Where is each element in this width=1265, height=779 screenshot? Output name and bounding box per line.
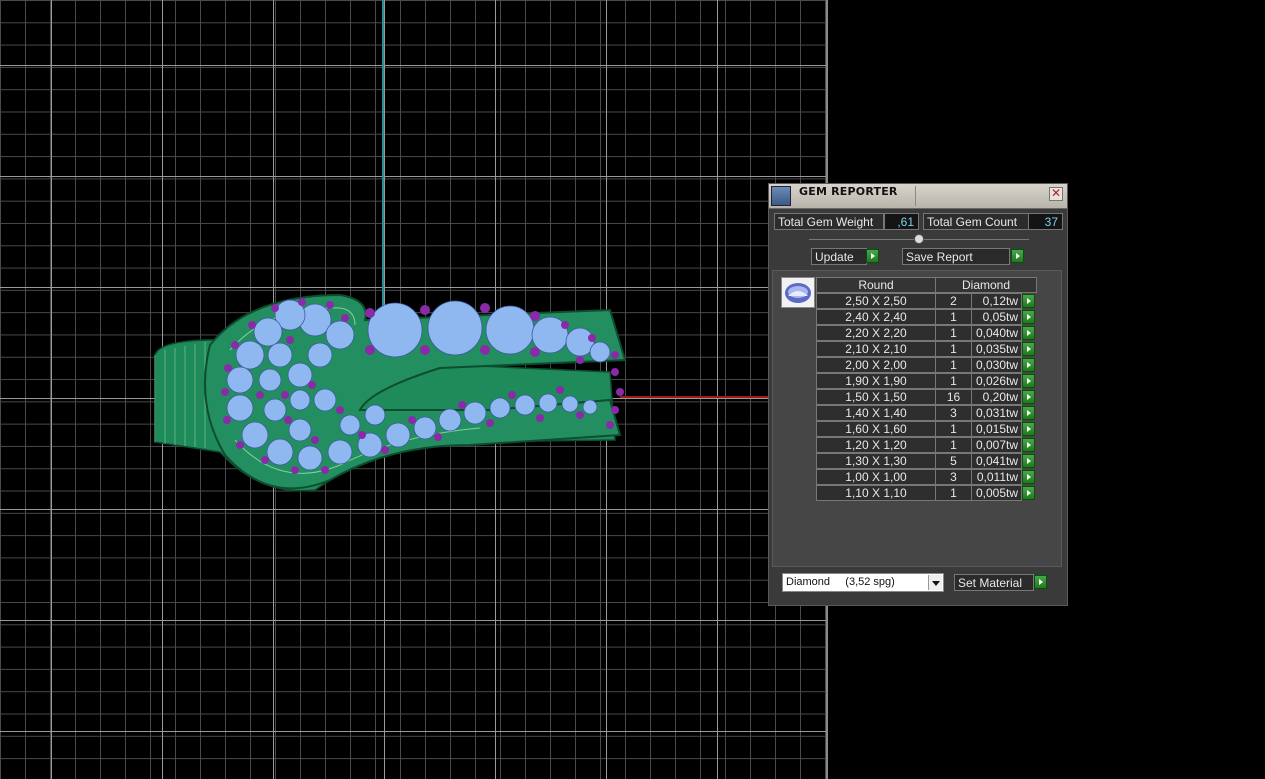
gem-weight: 0,030tw xyxy=(971,357,1022,373)
gem-weight: 0,20tw xyxy=(971,389,1022,405)
play-arrow-icon[interactable] xyxy=(1022,342,1035,356)
x-axis-line xyxy=(620,396,770,398)
gem-size: 1,30 X 1,30 xyxy=(816,453,936,469)
titlebar-divider xyxy=(915,186,916,206)
gem-size: 1,00 X 1,00 xyxy=(816,469,936,485)
gem-weight: 0,12tw xyxy=(971,293,1022,309)
gem-size: 1,90 X 1,90 xyxy=(816,373,936,389)
play-arrow-icon[interactable] xyxy=(1022,374,1035,388)
gem-report-list: Round Diamond 2,50 X 2,50 2 0,12tw 2,40 X 2,4… xyxy=(772,270,1062,567)
play-arrow-icon[interactable] xyxy=(1034,575,1047,589)
gem-count: 3 xyxy=(935,405,972,421)
save-report-button[interactable]: Save Report xyxy=(902,248,1010,265)
gem-size: 1,10 X 1,10 xyxy=(816,485,936,501)
dropdown-arrow-icon[interactable] xyxy=(928,575,942,590)
gem-count: 1 xyxy=(935,341,972,357)
update-button-label: Update xyxy=(815,250,854,264)
total-gem-weight-label: Total Gem Weight xyxy=(774,213,884,230)
gem-count: 5 xyxy=(935,453,972,469)
total-gem-count-value: 37 xyxy=(1028,213,1063,230)
gem-thumbnail-icon xyxy=(781,277,815,308)
gem-size: 1,60 X 1,60 xyxy=(816,421,936,437)
header-material: Diamond xyxy=(935,277,1037,293)
gem-size: 1,50 X 1,50 xyxy=(816,389,936,405)
gem-count: 1 xyxy=(935,357,972,373)
gem-reporter-icon xyxy=(771,186,791,206)
play-arrow-icon[interactable] xyxy=(1022,422,1035,436)
gem-weight: 0,035tw xyxy=(971,341,1022,357)
gem-size: 2,20 X 2,20 xyxy=(816,325,936,341)
material-select-value: Diamond (3,52 spg) xyxy=(786,576,895,588)
gem-size: 1,40 X 1,40 xyxy=(816,405,936,421)
set-material-button[interactable]: Set Material xyxy=(954,574,1034,591)
gem-count: 16 xyxy=(935,389,972,405)
play-arrow-icon[interactable] xyxy=(1022,438,1035,452)
panel-title: GEM REPORTER xyxy=(799,185,898,198)
gem-count: 1 xyxy=(935,309,972,325)
gem-weight: 0,026tw xyxy=(971,373,1022,389)
total-gem-weight-value: ,61 xyxy=(884,213,919,230)
play-arrow-icon[interactable] xyxy=(1022,486,1035,500)
gem-weight: 0,05tw xyxy=(971,309,1022,325)
update-button[interactable]: Update xyxy=(811,248,867,265)
gem-count: 1 xyxy=(935,421,972,437)
play-arrow-icon[interactable] xyxy=(1022,358,1035,372)
material-select[interactable]: Diamond (3,52 spg) xyxy=(782,573,944,592)
play-arrow-icon[interactable] xyxy=(1022,326,1035,340)
gem-weight: 0,015tw xyxy=(971,421,1022,437)
close-icon[interactable]: ✕ xyxy=(1049,187,1063,201)
gem-reporter-panel: GEM REPORTER ✕ Total Gem Weight ,61 Tota… xyxy=(768,183,1068,606)
play-arrow-icon[interactable] xyxy=(1011,249,1024,263)
total-gem-count-label: Total Gem Count xyxy=(923,213,1029,230)
ring-model[interactable] xyxy=(140,280,640,500)
play-arrow-icon[interactable] xyxy=(1022,294,1035,308)
play-arrow-icon[interactable] xyxy=(1022,470,1035,484)
play-arrow-icon[interactable] xyxy=(1022,310,1035,324)
gem-count: 2 xyxy=(935,293,972,309)
gem-size: 2,40 X 2,40 xyxy=(816,309,936,325)
gem-size: 1,20 X 1,20 xyxy=(816,437,936,453)
gem-size: 2,00 X 2,00 xyxy=(816,357,936,373)
play-arrow-icon[interactable] xyxy=(1022,390,1035,404)
gem-count: 3 xyxy=(935,469,972,485)
gem-count: 1 xyxy=(935,373,972,389)
set-material-button-label: Set Material xyxy=(958,576,1023,590)
save-report-button-label: Save Report xyxy=(906,250,973,264)
gem-size: 2,10 X 2,10 xyxy=(816,341,936,357)
header-shape: Round xyxy=(816,277,936,293)
gem-count: 1 xyxy=(935,485,972,501)
gem-weight: 0,011tw xyxy=(971,469,1022,485)
play-arrow-icon[interactable] xyxy=(1022,406,1035,420)
gem-weight: 0,041tw xyxy=(971,453,1022,469)
gem-weight: 0,031tw xyxy=(971,405,1022,421)
panel-titlebar[interactable]: GEM REPORTER ✕ xyxy=(769,184,1067,209)
gem-size: 2,50 X 2,50 xyxy=(816,293,936,309)
gem-count: 1 xyxy=(935,325,972,341)
gem-weight: 0,040tw xyxy=(971,325,1022,341)
gem-weight: 0,007tw xyxy=(971,437,1022,453)
play-arrow-icon[interactable] xyxy=(866,249,879,263)
play-arrow-icon[interactable] xyxy=(1022,454,1035,468)
splitter-handle[interactable] xyxy=(914,234,924,244)
gem-count: 1 xyxy=(935,437,972,453)
gem-weight: 0,005tw xyxy=(971,485,1022,501)
